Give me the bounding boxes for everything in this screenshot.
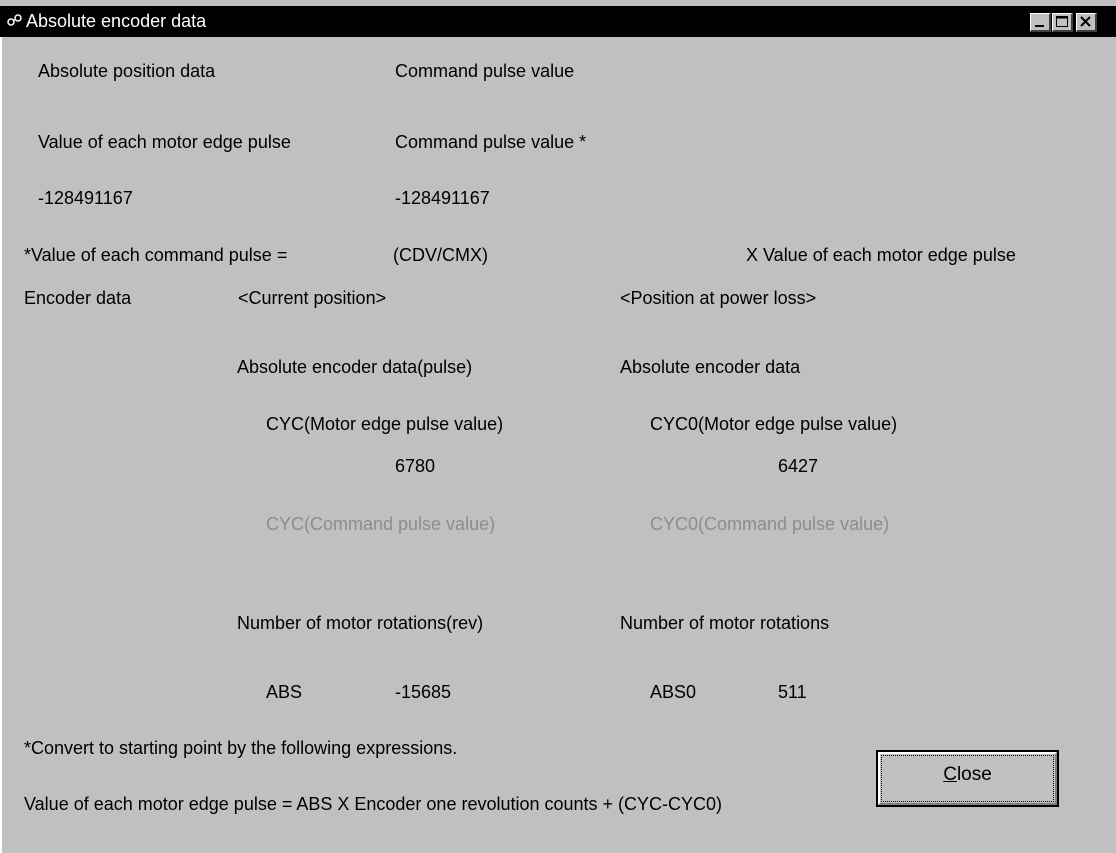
close-window-button[interactable] (1076, 13, 1097, 32)
cyc-motor-value: 6780 (395, 456, 436, 476)
rotations-powerloss-label: Number of motor rotations (620, 613, 830, 633)
abs0-label: ABS0 (650, 682, 697, 702)
close-button[interactable]: Close (876, 750, 1059, 807)
absolute-encoder-window: Absolute encoder data Absolute position … (0, 0, 1116, 853)
motor-edge-pulse-value: -128491167 (38, 188, 133, 208)
abs-label: ABS (266, 682, 303, 702)
absolute-position-label: Absolute position data (38, 61, 216, 81)
title-bar[interactable]: Absolute encoder data (0, 6, 1116, 37)
formula-middle-text: (CDV/CMX) (393, 245, 488, 265)
close-icon (1080, 16, 1091, 27)
conversion-expression: Value of each motor edge pulse = ABS X E… (24, 794, 723, 814)
encoder-data-label: Encoder data (24, 288, 132, 308)
maximize-button[interactable] (1052, 13, 1073, 32)
current-position-heading: <Current position> (238, 288, 387, 308)
command-pulse-star-label: Command pulse value * (395, 132, 587, 152)
motor-edge-pulse-label: Value of each motor edge pulse (38, 132, 291, 152)
power-loss-heading: <Position at power loss> (620, 288, 817, 308)
command-pulse-value: -128491167 (395, 188, 490, 208)
powerloss-abs-encoder-label: Absolute encoder data (620, 357, 801, 377)
maximize-icon (1056, 16, 1068, 27)
app-icon (7, 14, 22, 26)
minimize-icon (1035, 25, 1044, 27)
window-title: Absolute encoder data (26, 11, 207, 31)
minimize-button[interactable] (1030, 13, 1051, 32)
close-button-label: Close (943, 764, 992, 785)
formula-right-text: X Value of each motor edge pulse (746, 245, 1016, 265)
cyc-command-label: CYC(Command pulse value) (266, 514, 496, 534)
command-pulse-label: Command pulse value (395, 61, 575, 81)
abs-value: -15685 (395, 682, 452, 702)
window-border (0, 37, 2, 853)
cyc-motor-label: CYC(Motor edge pulse value) (266, 414, 504, 434)
current-abs-encoder-label: Absolute encoder data(pulse) (237, 357, 473, 377)
rotations-current-label: Number of motor rotations(rev) (237, 613, 484, 633)
formula-left-text: *Value of each command pulse = (24, 245, 288, 265)
cyc0-motor-label: CYC0(Motor edge pulse value) (650, 414, 898, 434)
cyc0-motor-value: 6427 (778, 456, 819, 476)
cyc0-command-label: CYC0(Command pulse value) (650, 514, 890, 534)
abs0-value: 511 (778, 682, 807, 702)
convert-note: *Convert to starting point by the follow… (24, 738, 458, 758)
